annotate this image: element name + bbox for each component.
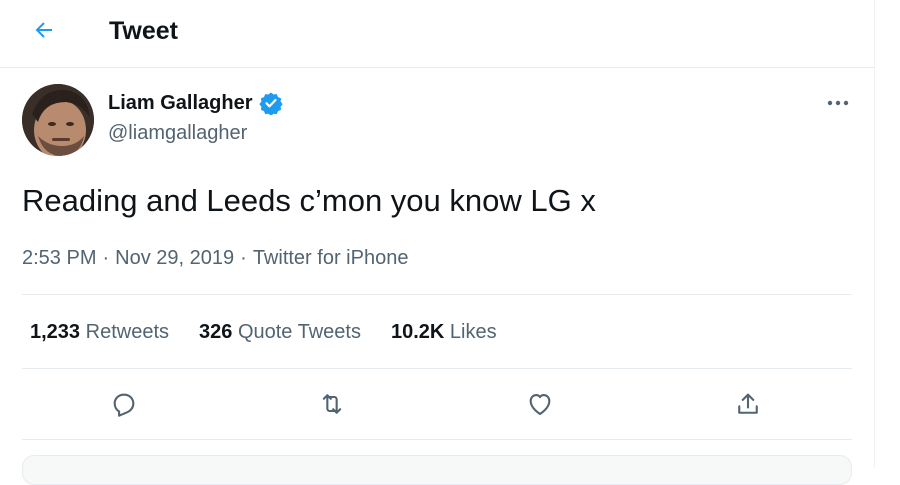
avatar[interactable] (22, 84, 94, 156)
tweet-time[interactable]: 2:53 PM (22, 245, 96, 271)
tweet-date[interactable]: Nov 29, 2019 (115, 245, 234, 271)
tweet-actions (22, 372, 852, 434)
retweet-icon (322, 394, 342, 414)
tweet-meta: 2:53 PM · Nov 29, 2019 · Twitter for iPh… (22, 245, 408, 271)
meta-separator: · (240, 247, 247, 269)
author-handle[interactable]: @liamgallagher (108, 120, 247, 146)
retweet-button[interactable] (312, 386, 352, 422)
header-bar: Tweet (0, 0, 875, 68)
divider (22, 294, 852, 295)
verified-badge-icon (258, 91, 283, 115)
more-options-button[interactable] (820, 88, 856, 118)
more-dots-icon (827, 100, 849, 106)
likes-label: Likes (449, 321, 497, 343)
arrow-left-icon (35, 22, 52, 38)
tweet-stats: 1,233 Retweets 326 Quote Tweets 10.2K Li… (30, 318, 497, 346)
divider (22, 439, 852, 440)
quote-tweets-label: Quote Tweets (237, 321, 361, 343)
likes-stat[interactable]: 10.2K Likes (391, 318, 497, 346)
back-button[interactable] (22, 12, 66, 48)
likes-count: 10.2K (390, 321, 445, 343)
tweet-column: Tweet Liam Gallagher @liamgallagher Read… (0, 0, 875, 485)
share-icon (738, 393, 758, 414)
reply-compose-box[interactable] (22, 455, 852, 485)
quote-tweets-count: 326 (199, 321, 233, 343)
divider (22, 368, 852, 369)
avatar-image (22, 84, 94, 156)
meta-separator: · (102, 247, 110, 269)
quote-tweets-stat[interactable]: 326 Quote Tweets (199, 318, 361, 346)
retweets-label: Retweets (85, 321, 169, 343)
author-name[interactable]: Liam Gallagher (108, 90, 253, 116)
heart-icon (529, 393, 551, 415)
retweets-stat[interactable]: 1,233 Retweets (30, 318, 169, 346)
like-button[interactable] (520, 386, 560, 422)
tweet-text: Reading and Leeds c’mon you know LG x (22, 183, 596, 218)
tweet-source[interactable]: Twitter for iPhone (253, 245, 409, 271)
author-name-row: Liam Gallagher (108, 90, 283, 116)
share-button[interactable] (728, 386, 768, 422)
retweets-count: 1,233 (30, 321, 81, 343)
reply-button[interactable] (104, 386, 144, 422)
reply-icon (113, 393, 135, 417)
page-title: Tweet (109, 17, 178, 45)
